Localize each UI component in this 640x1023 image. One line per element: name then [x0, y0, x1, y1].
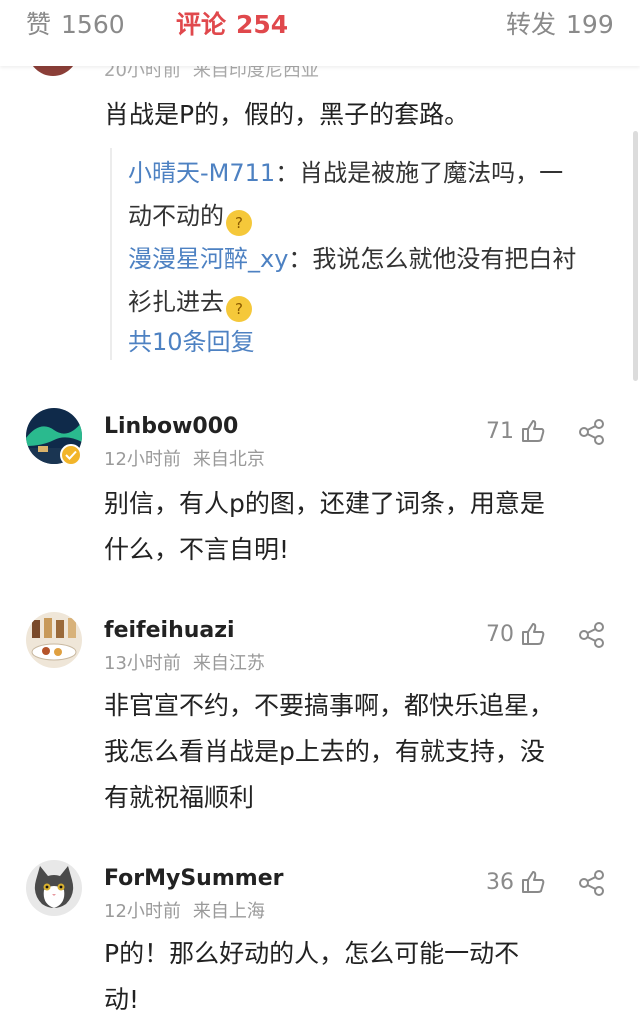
comment-source: 来自上海 — [192, 901, 265, 922]
comment-tabs-bar: 赞 1560 评论 254 转发 199 — [0, 0, 640, 66]
comment-username[interactable]: ForMySummer — [104, 866, 283, 891]
reply-item: 漫漫星河醉_xy：我说怎么就他没有把白衬 衫扎进去? — [128, 238, 618, 324]
share-icon — [579, 622, 604, 648]
like-count: 70 — [486, 621, 514, 647]
share-button[interactable] — [578, 418, 606, 450]
reply-text-line1: 我说怎么就他没有把白衬 — [312, 245, 577, 273]
avatar[interactable] — [26, 612, 82, 668]
like-button[interactable]: 36 — [486, 869, 546, 895]
thumbs-up-icon — [522, 623, 545, 645]
laughing-emoji-icon: ? — [226, 296, 252, 322]
comment-source: 来自江苏 — [192, 653, 265, 674]
comment-text-line: P的！那么好动的人，怎么可能一动不 — [104, 939, 520, 968]
comment-username[interactable]: Linbow000 — [104, 414, 238, 439]
tab-reposts-count: 199 — [566, 10, 614, 39]
comment-text-line: 什么，不言自明! — [104, 535, 290, 564]
scrollbar[interactable] — [633, 131, 638, 381]
like-count: 71 — [486, 418, 514, 444]
tab-comments-label: 评论 — [176, 10, 227, 39]
comment-source: 来自北京 — [192, 449, 265, 470]
avatar-food-image — [26, 612, 82, 668]
thumbs-up-icon — [522, 871, 545, 893]
like-button[interactable]: 71 — [486, 418, 546, 444]
reply-username[interactable]: 漫漫星河醉_xy — [128, 245, 288, 273]
tab-reposts[interactable]: 转发 199 — [506, 10, 614, 40]
reply-separator: ： — [275, 159, 300, 187]
comment-text-line: 动! — [104, 985, 140, 1014]
comment-time: 12小时前 — [104, 449, 181, 470]
reply-text-line1: 肖战是被施了魔法吗，一 — [299, 159, 564, 187]
comment-text: 肖战是P的，假的，黑子的套路。 — [104, 100, 470, 129]
share-button[interactable] — [578, 621, 606, 653]
share-icon — [579, 870, 604, 896]
comment-text-line: 别信，有人p的图，还建了词条，用意是 — [104, 489, 545, 518]
thinking-emoji-icon: ? — [226, 210, 252, 236]
comment-text-line: 非官宣不约，不要搞事啊，都快乐追星， — [104, 691, 555, 720]
reply-item: 小晴天-M711：肖战是被施了魔法吗，一 动不动的? — [128, 152, 618, 238]
comment-text-line: 我怎么看肖战是p上去的，有就支持，没 — [104, 737, 545, 766]
more-replies-link[interactable]: 共10条回复 — [128, 322, 255, 362]
tab-likes-label: 赞 — [26, 10, 52, 39]
share-icon — [579, 419, 604, 445]
verified-badge-icon — [60, 444, 82, 466]
like-button[interactable]: 70 — [486, 621, 546, 647]
comment-meta: 13小时前 来自江苏 — [104, 649, 265, 675]
reply-text-line2: 动不动的 — [128, 202, 224, 230]
comment-text: 别信，有人p的图，还建了词条，用意是 什么，不言自明! — [104, 481, 614, 573]
tab-reposts-label: 转发 — [506, 10, 557, 39]
comment-text-line: 有就祝福顺利 — [104, 783, 255, 812]
reply-separator: ： — [288, 245, 313, 273]
like-count: 36 — [486, 869, 514, 895]
comment-time: 12小时前 — [104, 901, 181, 922]
reply-text-line2: 衫扎进去 — [128, 288, 224, 316]
reply-preview[interactable]: 小晴天-M711：肖战是被施了魔法吗，一 动不动的? 漫漫星河醉_xy：我说怎么… — [110, 148, 612, 360]
tab-comments-count: 254 — [236, 10, 289, 39]
comment-text: P的！那么好动的人，怎么可能一动不 动! — [104, 931, 614, 1023]
comment-time: 13小时前 — [104, 653, 181, 674]
avatar[interactable] — [26, 860, 82, 916]
share-button[interactable] — [578, 869, 606, 901]
tab-comments[interactable]: 评论 254 — [176, 10, 288, 40]
tab-likes[interactable]: 赞 1560 — [26, 10, 125, 40]
comment-username[interactable]: feifeihuazi — [104, 618, 235, 643]
tab-likes-count: 1560 — [61, 10, 125, 39]
avatar-cat-image — [26, 860, 82, 916]
comment-meta: 12小时前 来自北京 — [104, 445, 265, 471]
thumbs-up-icon — [522, 420, 545, 442]
comment-text: 非官宣不约，不要搞事啊，都快乐追星， 我怎么看肖战是p上去的，有就支持，没 有就… — [104, 683, 614, 821]
reply-username[interactable]: 小晴天-M711 — [128, 159, 275, 187]
comment-meta: 12小时前 来自上海 — [104, 897, 265, 923]
